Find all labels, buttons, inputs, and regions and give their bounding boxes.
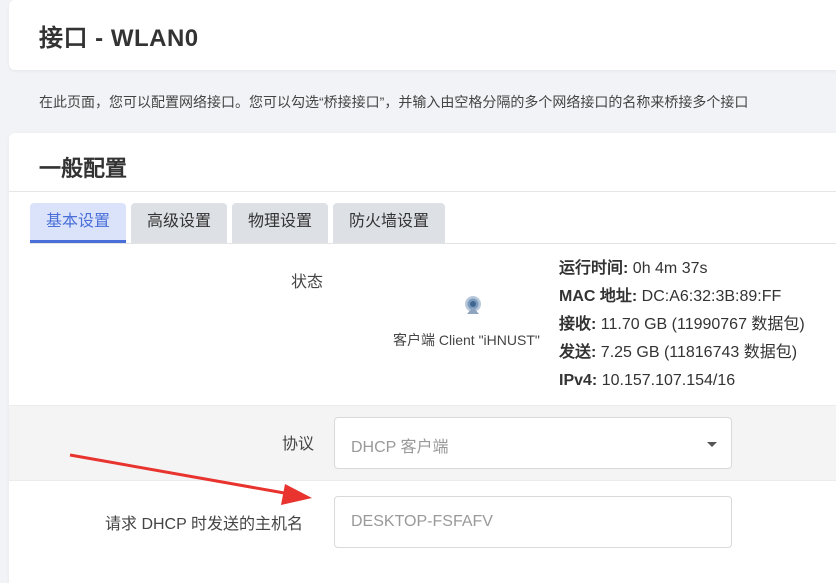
general-config-card: 一般配置 基本设置 高级设置 物理设置 防火墙设置 状态 客户端 Client … [9,133,836,583]
rx-line: 接收: 11.70 GB (11990767 数据包) [559,316,805,333]
section-divider [9,191,836,192]
wireless-client-icon [465,296,481,314]
page-description: 在此页面，您可以配置网络接口。您可以勾选“桥接接口”，并输入由空格分隔的多个网络… [39,94,749,110]
tab-firewall-settings[interactable]: 防火墙设置 [333,203,446,243]
hostname-label: 请求 DHCP 时发送的主机名 [105,516,303,533]
tab-basic-settings[interactable]: 基本设置 [30,203,127,243]
tab-advanced-settings[interactable]: 高级设置 [131,203,228,243]
mac-line: MAC 地址: DC:A6:32:3B:89:FF [559,288,782,305]
ipv4-line: IPv4: 10.157.107.154/16 [559,372,736,389]
status-info: 运行时间: 0h 4m 37s MAC 地址: DC:A6:32:3B:89:F… [559,255,805,395]
page-header: 接口 - WLAN0 [9,0,836,70]
protocol-label: 协议 [282,436,315,453]
hostname-input[interactable] [335,497,731,547]
row-divider [9,480,836,481]
status-label: 状态 [291,274,324,291]
hostname-field [334,496,732,548]
tab-physical-settings[interactable]: 物理设置 [232,203,329,243]
protocol-selected-value: DHCP 客户端 [351,439,449,456]
uptime-line: 运行时间: 0h 4m 37s [559,260,708,277]
chevron-down-icon [707,442,717,447]
client-label: 客户端 Client "iHNUST" [393,332,540,348]
tab-bar: 基本设置 高级设置 物理设置 防火墙设置 [30,203,446,243]
protocol-select[interactable]: DHCP 客户端 [334,417,732,469]
tab-underline [30,243,836,244]
tx-line: 发送: 7.25 GB (11816743 数据包) [559,344,798,361]
page-title: 接口 - WLAN0 [39,25,199,52]
section-title: 一般配置 [39,156,128,181]
row-divider [9,405,836,406]
